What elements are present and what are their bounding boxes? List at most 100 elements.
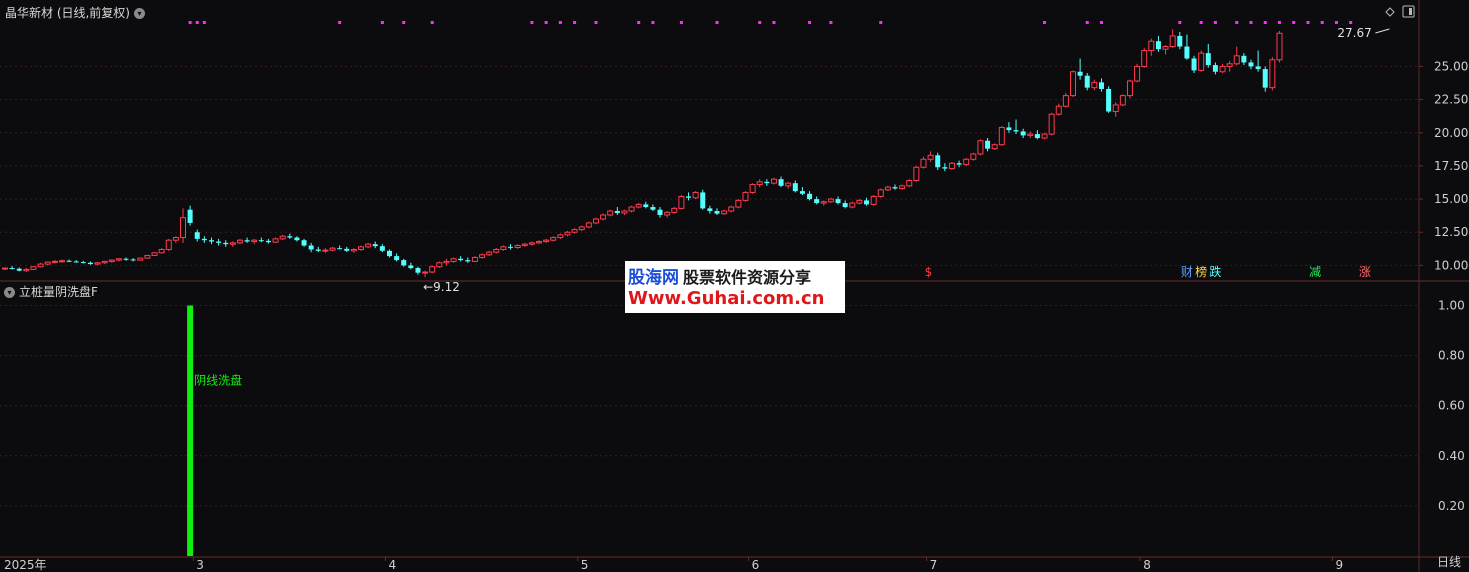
- time-tick-label: 3: [196, 558, 204, 572]
- candle-body: [543, 239, 550, 243]
- candle: [265, 238, 271, 244]
- candle-body: [329, 247, 336, 251]
- candle: [1062, 92, 1069, 108]
- candle: [564, 230, 571, 237]
- candle: [942, 163, 948, 172]
- candle-body: [87, 262, 93, 265]
- candle-body: [807, 193, 813, 200]
- candle: [493, 248, 500, 254]
- candle: [1248, 59, 1254, 70]
- candle-body: [557, 234, 564, 239]
- candle-body: [1048, 113, 1055, 135]
- title-menu-chevron-icon[interactable]: ▾: [134, 8, 145, 19]
- candle-body: [778, 179, 784, 186]
- candle-body: [1169, 35, 1176, 48]
- candle: [365, 242, 372, 249]
- price-tick-label: 22.50: [1434, 93, 1468, 107]
- candle: [201, 236, 207, 243]
- candle: [30, 266, 37, 271]
- candle: [465, 257, 471, 263]
- candle: [394, 253, 400, 262]
- panel-toggle-icon[interactable]: [1402, 5, 1415, 18]
- candle-body: [187, 209, 193, 223]
- candle: [820, 200, 827, 206]
- candle: [770, 177, 777, 185]
- signal-dot: [558, 21, 562, 24]
- indicator-annotation: 阴线洗盘: [194, 373, 242, 388]
- candle-body: [592, 218, 599, 224]
- watermark-brand: 股海网: [628, 268, 679, 288]
- candle: [835, 196, 841, 205]
- candle: [1226, 61, 1233, 72]
- candle-body: [827, 198, 834, 203]
- candle: [650, 204, 656, 212]
- candle: [2, 267, 8, 271]
- candle-body: [1013, 130, 1019, 132]
- candle-body: [365, 243, 372, 248]
- signal-dot: [879, 21, 883, 24]
- candle-body: [201, 238, 207, 241]
- high-price-annotation: 27.67: [1337, 26, 1371, 40]
- candle: [108, 259, 115, 263]
- candle-body: [422, 271, 429, 274]
- candle: [500, 245, 507, 251]
- candle: [607, 209, 614, 217]
- candle-body: [23, 268, 30, 272]
- candle: [251, 238, 258, 245]
- candle: [1219, 63, 1226, 74]
- signal-dot: [195, 21, 199, 24]
- candle-body: [1269, 59, 1276, 89]
- candle-body: [536, 241, 542, 244]
- candle-body: [194, 232, 200, 239]
- candle-body: [1119, 95, 1126, 106]
- candle: [44, 261, 51, 266]
- candle-body: [721, 210, 728, 215]
- candle-body: [814, 199, 820, 204]
- candle: [985, 138, 991, 152]
- candle-body: [514, 245, 521, 249]
- candle-body: [692, 191, 699, 199]
- candle: [1155, 35, 1161, 52]
- candle: [279, 234, 286, 241]
- candle: [550, 236, 557, 242]
- candle: [1048, 112, 1055, 136]
- candle: [144, 254, 151, 259]
- candle-body: [180, 217, 186, 239]
- signal-dot: [808, 21, 812, 24]
- candle-body: [1112, 104, 1119, 113]
- candle-body: [1084, 75, 1090, 88]
- candle: [372, 241, 378, 249]
- candle: [528, 241, 535, 246]
- candle-body: [948, 162, 955, 170]
- candle-body: [963, 158, 970, 166]
- candle-body: [80, 262, 86, 264]
- period-tab-daily[interactable]: 日线: [1437, 553, 1461, 570]
- candle-body: [1062, 95, 1069, 107]
- candle: [1006, 122, 1012, 133]
- candle-body: [614, 211, 620, 214]
- candle-body: [942, 167, 948, 169]
- candle-body: [571, 229, 578, 233]
- candle: [486, 250, 493, 257]
- candle: [1027, 131, 1034, 139]
- candle: [814, 196, 820, 205]
- candle: [756, 179, 763, 188]
- candle: [714, 208, 720, 215]
- candle: [322, 248, 329, 253]
- candle: [1041, 132, 1048, 140]
- candle-body: [1098, 82, 1104, 89]
- candle-body: [1091, 81, 1098, 89]
- watermark-url: Www.Guhai.com.cn: [628, 288, 825, 309]
- candle-body: [1020, 131, 1026, 136]
- candle-body: [977, 140, 984, 155]
- candle-body: [764, 181, 770, 184]
- candle: [450, 257, 457, 263]
- candle: [471, 256, 478, 263]
- candle-body: [628, 206, 635, 212]
- indicator-menu-chevron-icon[interactable]: ▾: [4, 287, 15, 298]
- candle-body: [742, 191, 749, 201]
- indicator-tick-label: 0.40: [1438, 449, 1465, 463]
- candle-body: [1205, 53, 1211, 66]
- candle-body: [1219, 65, 1226, 73]
- signal-dot: [1178, 21, 1182, 24]
